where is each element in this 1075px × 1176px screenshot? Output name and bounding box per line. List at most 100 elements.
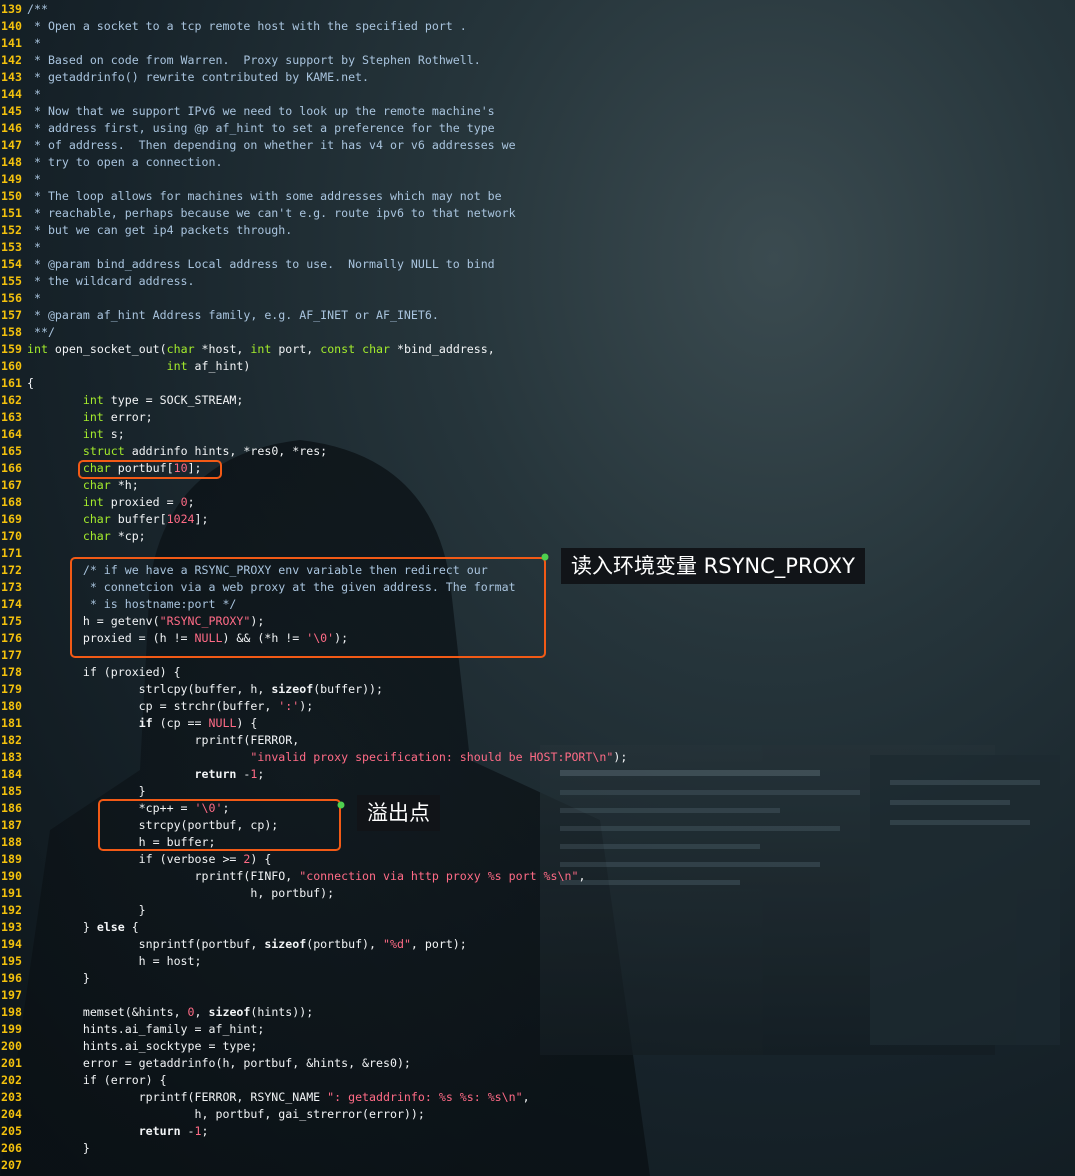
code-text: int af_hint) [27,358,251,375]
line-number: 166 [1,461,22,475]
code-line: 143 * getaddrinfo() rewrite contributed … [0,69,369,86]
code-token: * @param bind_address Local address to u… [27,257,495,271]
code-line: 164 int s; [0,426,125,443]
code-line: 156 * [0,290,41,307]
line-number: 206 [1,1141,22,1155]
code-line: 168 int proxied = 0; [0,494,195,511]
line-number: 186 [1,801,22,815]
highlight-rsync-proxy-block [70,557,546,658]
code-token: * but we can get ip4 packets through. [27,223,293,237]
code-token: { [27,376,34,390]
background-monitors [540,745,1060,1055]
code-token: snprintf(portbuf, [27,937,265,951]
line-number: 168 [1,495,22,509]
code-token: * [27,36,41,50]
code-token: **/ [27,325,55,339]
code-text: } [27,970,90,987]
code-line: 200 hints.ai_socktype = type; [0,1038,257,1055]
line-number: 142 [1,53,22,67]
code-line: 144 * [0,86,41,103]
code-text: strlcpy(buffer, h, sizeof(buffer)); [27,681,383,698]
code-line: 139 /** [0,1,48,18]
code-token: return [194,767,237,781]
line-number: 162 [1,393,22,407]
code-token: error = getaddrinfo(h, portbuf, &hints, … [27,1056,411,1070]
code-line: 141 * [0,35,41,52]
code-token: NULL [208,716,237,730]
code-token: memset(&hints, [27,1005,188,1019]
code-text: if (verbose >= 2) { [27,851,272,868]
code-token: buffer[ [110,512,167,526]
line-number: 153 [1,240,22,254]
code-token: "%d" [383,937,411,951]
code-token: char [82,478,111,492]
code-text: * Based on code from Warren. Proxy suppo… [27,52,481,69]
code-text: h = host; [27,953,202,970]
line-number: 171 [1,546,22,560]
line-number: 139 [1,2,22,16]
code-token: * The loop allows for machines with some… [27,189,502,203]
code-text: } [27,902,146,919]
code-token: ':' [278,699,300,713]
code-text: * reachable, perhaps because we can't e.… [27,205,516,222]
line-number: 203 [1,1090,22,1104]
code-token: error; [103,410,153,424]
env-variable-callout: 读入环境变量 RSYNC_PROXY [561,548,865,584]
code-text: * The loop allows for machines with some… [27,188,502,205]
code-line: 178 if (proxied) { [0,664,181,681]
code-token: , [578,869,586,883]
code-text: rprintf(FINFO, "connection via http prox… [27,868,586,885]
code-line: 155 * the wildcard address. [0,273,195,290]
code-token: * [27,240,41,254]
line-number: 201 [1,1056,22,1070]
code-line: 170 char *cp; [0,528,146,545]
code-token: /** [27,2,48,16]
code-token: (portbuf), [306,937,383,951]
code-line: 204 h, portbuf, gai_strerror(error)); [0,1106,425,1123]
code-token: else [96,920,125,934]
code-token: * Now that we support IPv6 we need to lo… [27,104,495,118]
code-line: 151 * reachable, perhaps because we can'… [0,205,516,222]
code-text: * try to open a connection. [27,154,222,171]
overflow-point-callout: 溢出点 [357,795,440,831]
code-line: 159 int open_socket_out(char *host, int p… [0,341,495,358]
line-number: 164 [1,427,22,441]
code-token: int [166,359,188,373]
code-line: 177 [0,647,27,664]
code-line: 140 * Open a socket to a tcp remote host… [0,18,467,35]
code-text: * [27,171,41,188]
code-text: * @param af_hint Address family, e.g. AF… [27,307,439,324]
line-number: 160 [1,359,22,373]
code-text: * the wildcard address. [27,273,195,290]
line-number: 158 [1,325,22,339]
line-number: 143 [1,70,22,84]
code-token: open_socket_out( [47,342,167,356]
line-number: 165 [1,444,22,458]
code-line: 185 } [0,783,146,800]
code-text: memset(&hints, 0, sizeof(hints)); [27,1004,313,1021]
code-token: } [27,903,146,917]
code-line: 191 h, portbuf); [0,885,334,902]
code-text: hints.ai_socktype = type; [27,1038,258,1055]
line-number: 184 [1,767,22,781]
code-token: addrinfo hints, *res0, *res; [124,444,328,458]
code-text: **/ [27,324,55,341]
code-token: sizeof [264,937,307,951]
code-text: "invalid proxy specification: should be … [27,749,627,766]
code-line: 190 rprintf(FINFO, "connection via http … [0,868,585,885]
line-number: 173 [1,580,22,594]
code-token: *h; [110,478,139,492]
line-number: 181 [1,716,22,730]
code-line: 145 * Now that we support IPv6 we need t… [0,103,495,120]
code-token: if (verbose >= [27,852,244,866]
code-token: * Open a socket to a tcp remote host wit… [27,19,467,33]
